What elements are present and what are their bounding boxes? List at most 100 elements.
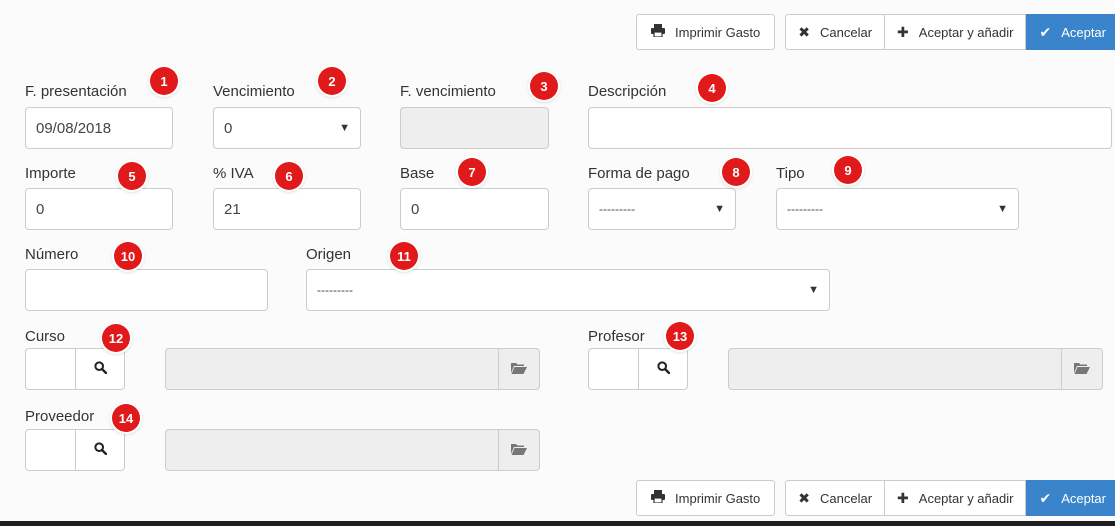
search-icon xyxy=(656,361,670,377)
x-icon: ✖ xyxy=(798,23,811,40)
f-presentacion-label: F. presentación xyxy=(25,83,127,100)
curso-folder-button[interactable] xyxy=(498,348,540,390)
importe-input[interactable]: 0 xyxy=(25,188,173,230)
forma-pago-label: Forma de pago xyxy=(588,165,690,182)
bottom-divider xyxy=(0,521,1115,526)
printer-icon xyxy=(651,24,666,40)
printer-icon xyxy=(651,490,666,506)
importe-label: Importe xyxy=(25,165,76,182)
annotation-badge-12: 12 xyxy=(102,324,130,352)
origen-label: Origen xyxy=(306,246,352,263)
accept-button[interactable]: ✔ Aceptar xyxy=(1026,14,1115,50)
cancel-button[interactable]: ✖ Cancelar xyxy=(785,480,885,516)
tipo-value: --------- xyxy=(787,202,823,216)
profesor-code-input[interactable] xyxy=(588,348,638,390)
iva-label: % IVA xyxy=(213,165,254,182)
annotation-badge-13: 13 xyxy=(666,322,694,350)
cancel-label: Cancelar xyxy=(820,24,873,40)
descripcion-input[interactable] xyxy=(588,107,1112,149)
profesor-folder-button[interactable] xyxy=(1061,348,1103,390)
check-icon: ✔ xyxy=(1039,23,1052,40)
profesor-search-button[interactable] xyxy=(638,348,688,390)
forma-pago-select[interactable]: --------- ▼ xyxy=(588,188,736,230)
importe-value: 0 xyxy=(36,200,45,218)
annotation-badge-1: 1 xyxy=(150,67,178,95)
profesor-search-group xyxy=(588,348,688,390)
accept-and-add-button[interactable]: ✚ Aceptar y añadir xyxy=(884,480,1027,516)
chevron-down-icon: ▼ xyxy=(808,284,819,296)
iva-input[interactable]: 21 xyxy=(213,188,361,230)
curso-label: Curso xyxy=(25,328,66,345)
print-expense-button[interactable]: Imprimir Gasto xyxy=(636,14,776,50)
annotation-badge-14: 14 xyxy=(112,404,140,432)
proveedor-display-input xyxy=(165,429,498,471)
f-presentacion-input[interactable]: 09/08/2018 xyxy=(25,107,173,149)
profesor-display-group xyxy=(728,348,1103,390)
folder-open-icon xyxy=(511,442,527,458)
proveedor-search-group xyxy=(25,429,125,471)
base-label: Base xyxy=(400,165,435,182)
folder-open-icon xyxy=(511,361,527,377)
check-icon: ✔ xyxy=(1039,489,1052,506)
forma-pago-value: --------- xyxy=(599,202,635,216)
annotation-badge-2: 2 xyxy=(318,67,346,95)
annotation-badge-9: 9 xyxy=(834,156,862,184)
search-icon xyxy=(93,361,107,377)
annotation-badge-8: 8 xyxy=(722,158,750,186)
vencimiento-label: Vencimiento xyxy=(213,83,295,100)
profesor-label: Profesor xyxy=(588,328,645,345)
curso-display-input xyxy=(165,348,498,390)
iva-value: 21 xyxy=(224,200,241,218)
annotation-badge-5: 5 xyxy=(118,162,146,190)
proveedor-search-button[interactable] xyxy=(75,429,125,471)
cancel-button[interactable]: ✖ Cancelar xyxy=(785,14,885,50)
numero-label: Número xyxy=(25,246,79,263)
annotation-badge-10: 10 xyxy=(114,242,142,270)
accept-label: Aceptar xyxy=(1061,490,1106,506)
proveedor-code-input[interactable] xyxy=(25,429,75,471)
annotation-badge-7: 7 xyxy=(458,158,486,186)
annotation-badge-4: 4 xyxy=(698,74,726,102)
curso-search-button[interactable] xyxy=(75,348,125,390)
chevron-down-icon: ▼ xyxy=(997,203,1008,215)
f-vencimiento-input xyxy=(400,107,549,149)
curso-search-group xyxy=(25,348,125,390)
vencimiento-select[interactable]: 0 ▼ xyxy=(213,107,361,149)
top-toolbar: Imprimir Gasto ✖ Cancelar ✚ Aceptar y añ… xyxy=(636,14,1115,50)
accept-and-add-button[interactable]: ✚ Aceptar y añadir xyxy=(884,14,1027,50)
tipo-select[interactable]: --------- ▼ xyxy=(776,188,1019,230)
proveedor-folder-button[interactable] xyxy=(498,429,540,471)
proveedor-label: Proveedor xyxy=(25,408,95,425)
accept-and-add-label: Aceptar y añadir xyxy=(918,490,1014,506)
chevron-down-icon: ▼ xyxy=(714,203,725,215)
f-presentacion-value: 09/08/2018 xyxy=(36,119,112,137)
profesor-display-input xyxy=(728,348,1061,390)
chevron-down-icon: ▼ xyxy=(339,122,350,134)
folder-open-icon xyxy=(1074,361,1090,377)
f-vencimiento-label: F. vencimiento xyxy=(400,83,496,100)
print-expense-button[interactable]: Imprimir Gasto xyxy=(636,480,776,516)
descripcion-label: Descripción xyxy=(588,83,667,100)
origen-value: --------- xyxy=(317,283,353,297)
accept-and-add-label: Aceptar y añadir xyxy=(918,24,1014,40)
tipo-label: Tipo xyxy=(776,165,805,182)
accept-button[interactable]: ✔ Aceptar xyxy=(1026,480,1115,516)
origen-select[interactable]: --------- ▼ xyxy=(306,269,830,311)
bottom-toolbar: Imprimir Gasto ✖ Cancelar ✚ Aceptar y añ… xyxy=(636,480,1115,516)
vencimiento-value: 0 xyxy=(224,119,233,137)
print-expense-label: Imprimir Gasto xyxy=(675,24,761,40)
numero-input[interactable] xyxy=(25,269,268,311)
plus-icon: ✚ xyxy=(897,489,909,506)
base-input[interactable]: 0 xyxy=(400,188,549,230)
plus-icon: ✚ xyxy=(897,23,909,40)
x-icon: ✖ xyxy=(798,489,811,506)
cancel-label: Cancelar xyxy=(820,490,873,506)
curso-code-input[interactable] xyxy=(25,348,75,390)
annotation-badge-3: 3 xyxy=(530,72,558,100)
annotation-badge-6: 6 xyxy=(275,162,303,190)
accept-label: Aceptar xyxy=(1061,24,1106,40)
search-icon xyxy=(93,442,107,458)
annotation-badge-11: 11 xyxy=(390,242,418,270)
proveedor-display-group xyxy=(165,429,540,471)
base-value: 0 xyxy=(411,200,420,218)
